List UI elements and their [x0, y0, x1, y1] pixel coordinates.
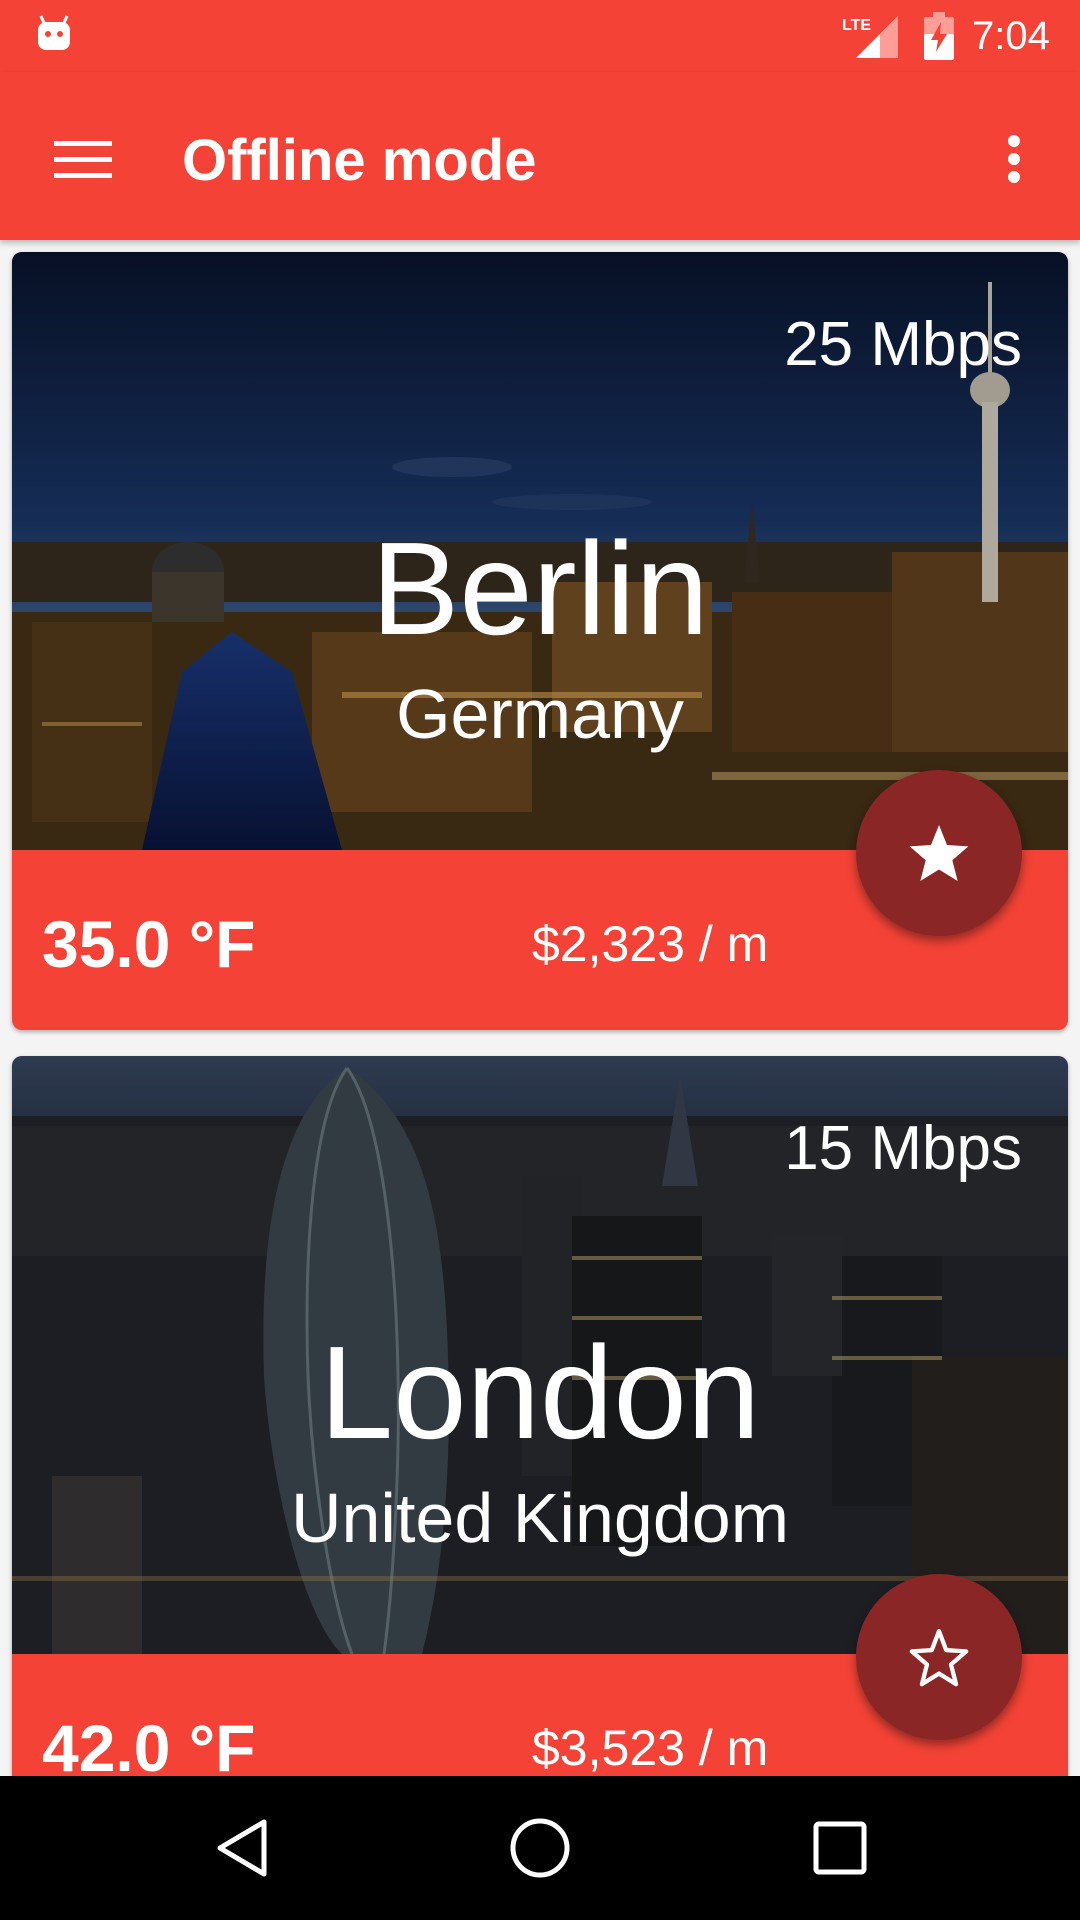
- monthly-cost: $2,323 / m: [532, 916, 769, 972]
- country-name: Germany: [396, 675, 684, 753]
- internet-speed: 25 Mbps: [784, 310, 1022, 379]
- recents-icon: [813, 1821, 867, 1875]
- back-icon: [217, 1819, 267, 1877]
- more-vert-icon: [1008, 135, 1020, 183]
- battery-charging-icon: [924, 12, 954, 60]
- internet-speed: 15 Mbps: [784, 1114, 1022, 1183]
- country-name: United Kingdom: [290, 1479, 790, 1557]
- navigation-bar: [0, 1776, 1080, 1920]
- monthly-cost: $3,523 / m: [532, 1720, 769, 1776]
- hamburger-menu-button[interactable]: [40, 116, 126, 202]
- home-icon: [510, 1818, 570, 1878]
- city-name: London: [319, 1319, 761, 1466]
- more-options-button[interactable]: [976, 116, 1052, 202]
- temperature: 35.0 °F: [42, 907, 256, 981]
- city-name: Berlin: [371, 515, 709, 662]
- hamburger-menu-icon: [54, 141, 112, 178]
- status-bar: LTE 7:04: [0, 0, 1080, 72]
- status-time: 7:04: [972, 14, 1050, 58]
- lte-signal-icon: LTE: [842, 16, 898, 58]
- recents-button[interactable]: [790, 1798, 890, 1898]
- favorite-button-london[interactable]: [856, 1574, 1022, 1740]
- favorite-button-berlin[interactable]: [856, 770, 1022, 936]
- android-icon: [38, 15, 70, 50]
- page-title: Offline mode: [182, 128, 537, 193]
- star-filled-icon: [909, 825, 969, 881]
- app-bar: Offline mode: [0, 72, 1080, 240]
- back-button[interactable]: [192, 1798, 292, 1898]
- star-outline-icon: [909, 1628, 969, 1687]
- home-button[interactable]: [490, 1798, 590, 1898]
- lte-label: LTE: [842, 17, 871, 34]
